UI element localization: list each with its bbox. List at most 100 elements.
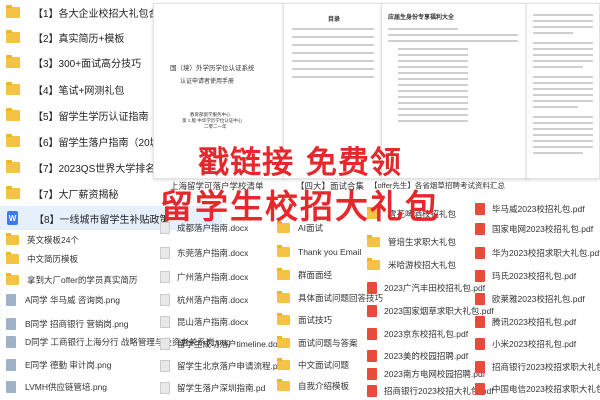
pdf-file-icon xyxy=(367,350,377,362)
file-row[interactable]: 管培生求职大礼包 xyxy=(367,233,456,251)
file-label: 华为2023校招求职大礼包.pdf xyxy=(492,248,600,258)
folder-icon xyxy=(277,291,290,303)
folder-icon xyxy=(277,313,290,325)
file-row[interactable]: B同学 招商银行 营销岗.png xyxy=(6,315,128,333)
file-row[interactable]: 腾讯2023校招礼包.pdf xyxy=(475,313,576,331)
file-row[interactable]: 2023美的校园招聘.pdf xyxy=(367,347,468,365)
file-row[interactable]: 招商银行2023校招求职大礼包 xyxy=(475,358,600,376)
file-row[interactable]: E同学 德勤 审计岗.png xyxy=(6,356,111,374)
folder-icon xyxy=(6,107,20,121)
file-label: 腾讯2023校招礼包.pdf xyxy=(492,317,577,327)
file-label: 2023美的校园招聘.pdf xyxy=(384,351,469,361)
file-label: Thank you Email xyxy=(298,247,362,257)
folder-icon xyxy=(367,258,380,270)
file-row[interactable]: 2023京东校招礼包.pdf xyxy=(367,325,468,343)
pdf-file-icon xyxy=(367,282,377,294)
image-file-icon xyxy=(6,318,16,330)
pdf-file-icon xyxy=(367,328,377,340)
file-row[interactable]: 面试技巧 xyxy=(277,311,332,329)
folder-item[interactable]: 【1】各大企业校招大礼包合集 xyxy=(6,0,169,24)
file-label: 招商银行2023校招求职大礼包 xyxy=(492,362,600,372)
promo-subheadline: 留学生校招大礼包 xyxy=(160,187,440,226)
pdf-file-icon xyxy=(475,338,485,350)
file-row[interactable]: Thank you Email xyxy=(277,243,361,261)
file-label: LVMH供应链管培.png xyxy=(25,382,108,392)
file-label: 拿到大厂offer的学员真实简历 xyxy=(27,275,138,285)
file-label: B同学 招商银行 营销岗.png xyxy=(25,319,129,329)
file-row[interactable]: 华为2023校招求职大礼包.pdf xyxy=(475,244,600,262)
image-file-icon xyxy=(6,336,16,348)
cert-subtitle: 认证申请者使用手册 xyxy=(180,79,235,85)
folder-item[interactable]: 【2】真实简历+模板 xyxy=(6,25,124,49)
file-label: 昆山落户指南.docx xyxy=(177,317,249,327)
folder-icon xyxy=(277,358,290,370)
folder-icon xyxy=(367,235,380,247)
file-row[interactable]: 群面面经 xyxy=(277,266,332,284)
file-label: A同学 华马威 咨询岗.png xyxy=(25,295,120,305)
file-row[interactable]: 小米2023校招礼包.pdf xyxy=(475,335,576,353)
document-icon xyxy=(160,338,170,350)
file-row[interactable]: 拿到大厂offer的学员真实简历 xyxy=(6,271,137,289)
pdf-file-icon xyxy=(475,316,485,328)
folder-icon xyxy=(6,54,20,68)
document-icon xyxy=(160,271,170,283)
file-label: 欧莱雅2023校招礼包.pdf xyxy=(492,294,585,304)
file-row[interactable]: 2023南方电网校园招聘.pdf xyxy=(367,365,485,383)
file-row[interactable]: 广州落户指南.docx xyxy=(160,268,248,286)
document-icon xyxy=(160,382,170,394)
promo-headline: 戳链接 免费领 xyxy=(198,145,402,181)
file-label: 面试技巧 xyxy=(298,315,333,325)
file-row[interactable]: 玛氏2023校招礼包.pdf xyxy=(475,267,576,285)
file-row[interactable]: 中国电信2023校招求职大礼包 xyxy=(475,380,600,398)
file-row[interactable]: 2023广汽丰田校招礼包.pdf xyxy=(367,279,485,297)
file-label: 广州落户指南.docx xyxy=(177,272,249,282)
file-row[interactable]: 中文面试问题 xyxy=(277,356,349,374)
folder-label: 【3】300+面试高分技巧 xyxy=(33,58,142,70)
file-label: 管培生求职大礼包 xyxy=(388,237,457,247)
folder-item[interactable]: 【5】留学生学历认证指南 xyxy=(6,103,149,127)
folder-icon xyxy=(277,245,290,257)
document-icon xyxy=(160,360,170,372)
pdf-file-icon xyxy=(475,361,485,373)
folder-icon xyxy=(277,379,290,391)
file-row[interactable]: 留学生成功落户timeline.docx xyxy=(160,335,286,353)
cert-date: 二零二一年 xyxy=(204,124,227,129)
welfare-title: 应届生身份专享福利大全 xyxy=(388,15,455,21)
file-row[interactable]: A同学 华马威 咨询岗.png xyxy=(6,291,120,309)
file-label: 小米2023校招礼包.pdf xyxy=(492,339,577,349)
file-row[interactable]: 杭州落户指南.docx xyxy=(160,291,248,309)
file-row[interactable]: 自我介绍模板 xyxy=(277,377,349,395)
document-icon xyxy=(160,316,170,328)
file-row[interactable]: 东莞落户指南.docx xyxy=(160,244,248,262)
file-row[interactable]: 欧莱雅2023校招礼包.pdf xyxy=(475,290,585,308)
folder-icon xyxy=(6,233,19,245)
folder-label: 【2】真实简历+模板 xyxy=(33,33,125,45)
file-row[interactable]: LVMH供应链管培.png xyxy=(6,378,107,396)
file-label: 米哈游校招大礼包 xyxy=(388,260,457,270)
file-label: 英文模板24个 xyxy=(27,235,79,245)
folder-icon xyxy=(6,252,19,264)
pdf-file-icon xyxy=(475,270,485,282)
file-row[interactable]: 昆山落户指南.docx xyxy=(160,313,248,331)
file-row[interactable]: 留学生北京落户申请流程.pd xyxy=(160,357,282,375)
file-label: 杭州落户指南.docx xyxy=(177,295,249,305)
pdf-file-icon xyxy=(367,368,377,380)
file-label: 中文面试问题 xyxy=(298,360,350,370)
pdf-file-icon xyxy=(475,293,485,305)
file-row[interactable]: 米哈游校招大礼包 xyxy=(367,256,456,274)
file-row[interactable]: 面试问题与答案 xyxy=(277,334,358,352)
folder-item[interactable]: 【4】笔试+网测礼包 xyxy=(6,77,124,101)
file-label: 2023京东校招礼包.pdf xyxy=(384,329,469,339)
file-row[interactable]: 英文模板24个 xyxy=(6,231,79,249)
folder-item[interactable]: 【3】300+面试高分技巧 xyxy=(6,50,141,74)
file-label: 自我介绍模板 xyxy=(298,381,350,391)
file-row[interactable]: 留学生落户深圳指南.pd xyxy=(160,379,265,397)
file-label: 留学生北京落户申请流程.pd xyxy=(177,361,283,371)
folder-icon xyxy=(6,81,20,95)
file-row[interactable]: 中文简历模板 xyxy=(6,250,78,268)
folder-icon xyxy=(6,273,19,285)
file-label: 中文简历模板 xyxy=(27,254,79,264)
file-label: 留学生成功落户timeline.docx xyxy=(177,339,287,349)
file-label: 2023广汽丰田校招礼包.pdf xyxy=(384,283,486,293)
image-file-icon xyxy=(6,359,16,371)
